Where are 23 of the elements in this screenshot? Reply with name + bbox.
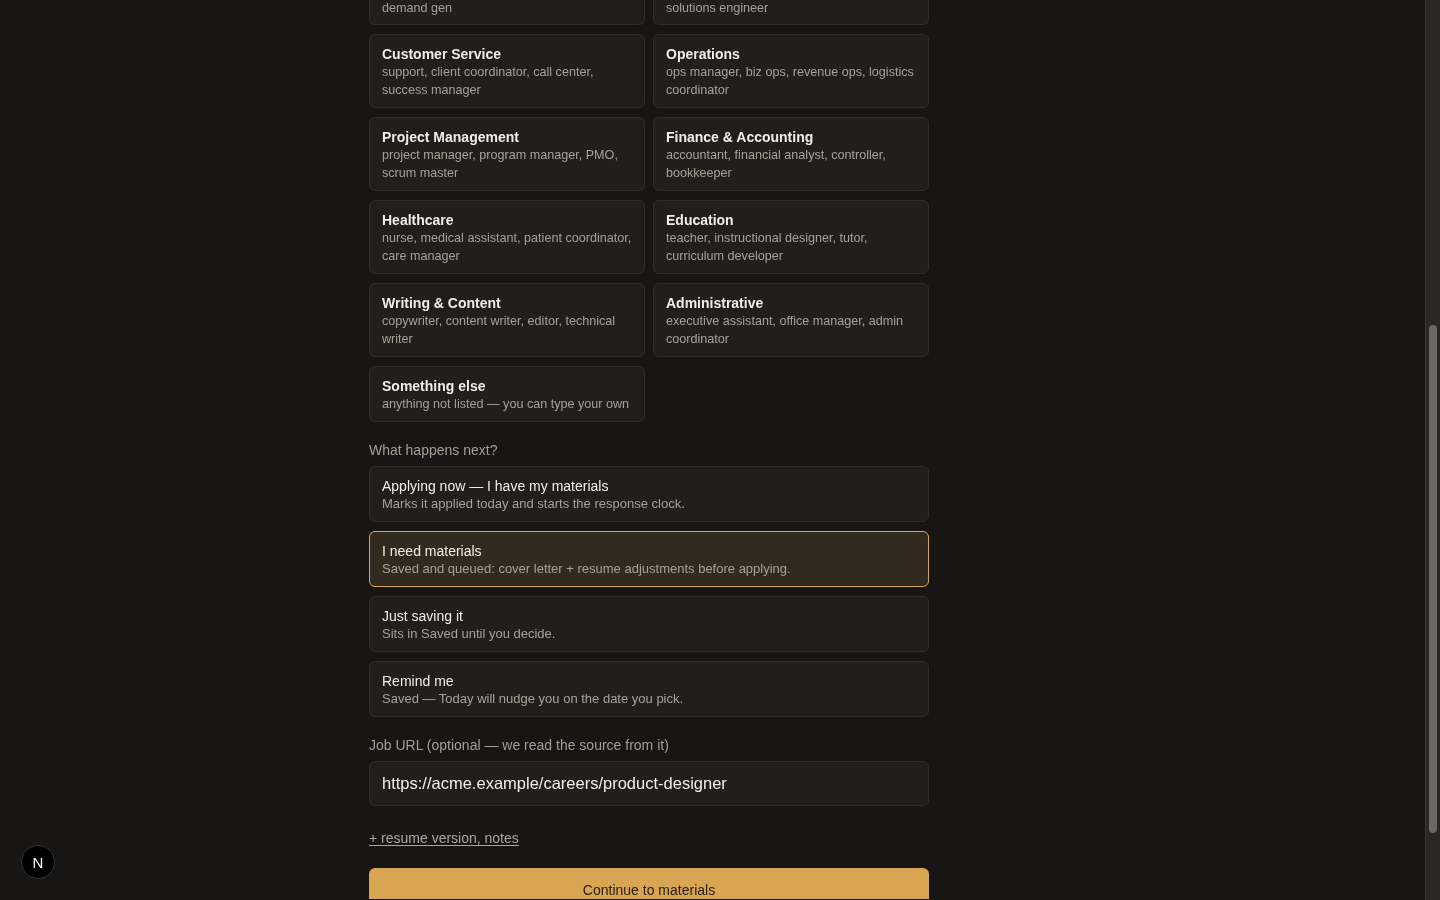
category-card[interactable]: solutions engineer [653,0,929,25]
category-card[interactable]: Administrative executive assistant, office manager, admin coordinator [653,283,929,357]
option-card[interactable]: Remind me Saved — Today will nudge you on the date you pick. [369,661,929,717]
add-details-link[interactable]: + resume version, notes [369,828,519,848]
option-card[interactable]: I need materials Saved and queued: cover letter + resume adjustments before applying. [369,531,929,587]
scrollbar-thumb[interactable] [1429,325,1437,833]
continue-button[interactable]: Continue to materials [369,868,929,899]
category-card[interactable]: Finance & Accounting accountant, financial analyst, controller, bookkeeper [653,117,929,191]
category-card[interactable]: Education teacher, instructional designer, tutor, curriculum developer [653,200,929,274]
category-card[interactable]: demand gen [369,0,645,25]
url-input[interactable]: https://acme.example/careers/product-designer [369,761,929,806]
category-card[interactable]: Project Management project manager, program manager, PMO, scrum master [369,117,645,191]
section-label: What happens next? [369,441,499,460]
dev-tools-button[interactable]: N [21,845,55,879]
category-card[interactable]: Writing & Content copywriter, content writer, editor, technical writer [369,283,645,357]
category-card[interactable]: Customer Service support, client coordinator, call center, success manager [369,34,645,108]
category-card[interactable]: Operations ops manager, biz ops, revenue ops, logistics coordinator [653,34,929,108]
option-card[interactable]: Just saving it Sits in Saved until you decide. [369,596,929,652]
category-card[interactable]: Something else anything not listed — you can type your own [369,366,645,422]
option-card[interactable]: Applying now — I have my materials Marks it applied today and starts the response clock. [369,466,929,522]
category-card[interactable]: Healthcare nurse, medical assistant, patient coordinator, care manager [369,200,645,274]
scrollbar-track[interactable] [1425,0,1440,900]
field-label: Job URL (optional — we read the source from it) [369,736,670,755]
